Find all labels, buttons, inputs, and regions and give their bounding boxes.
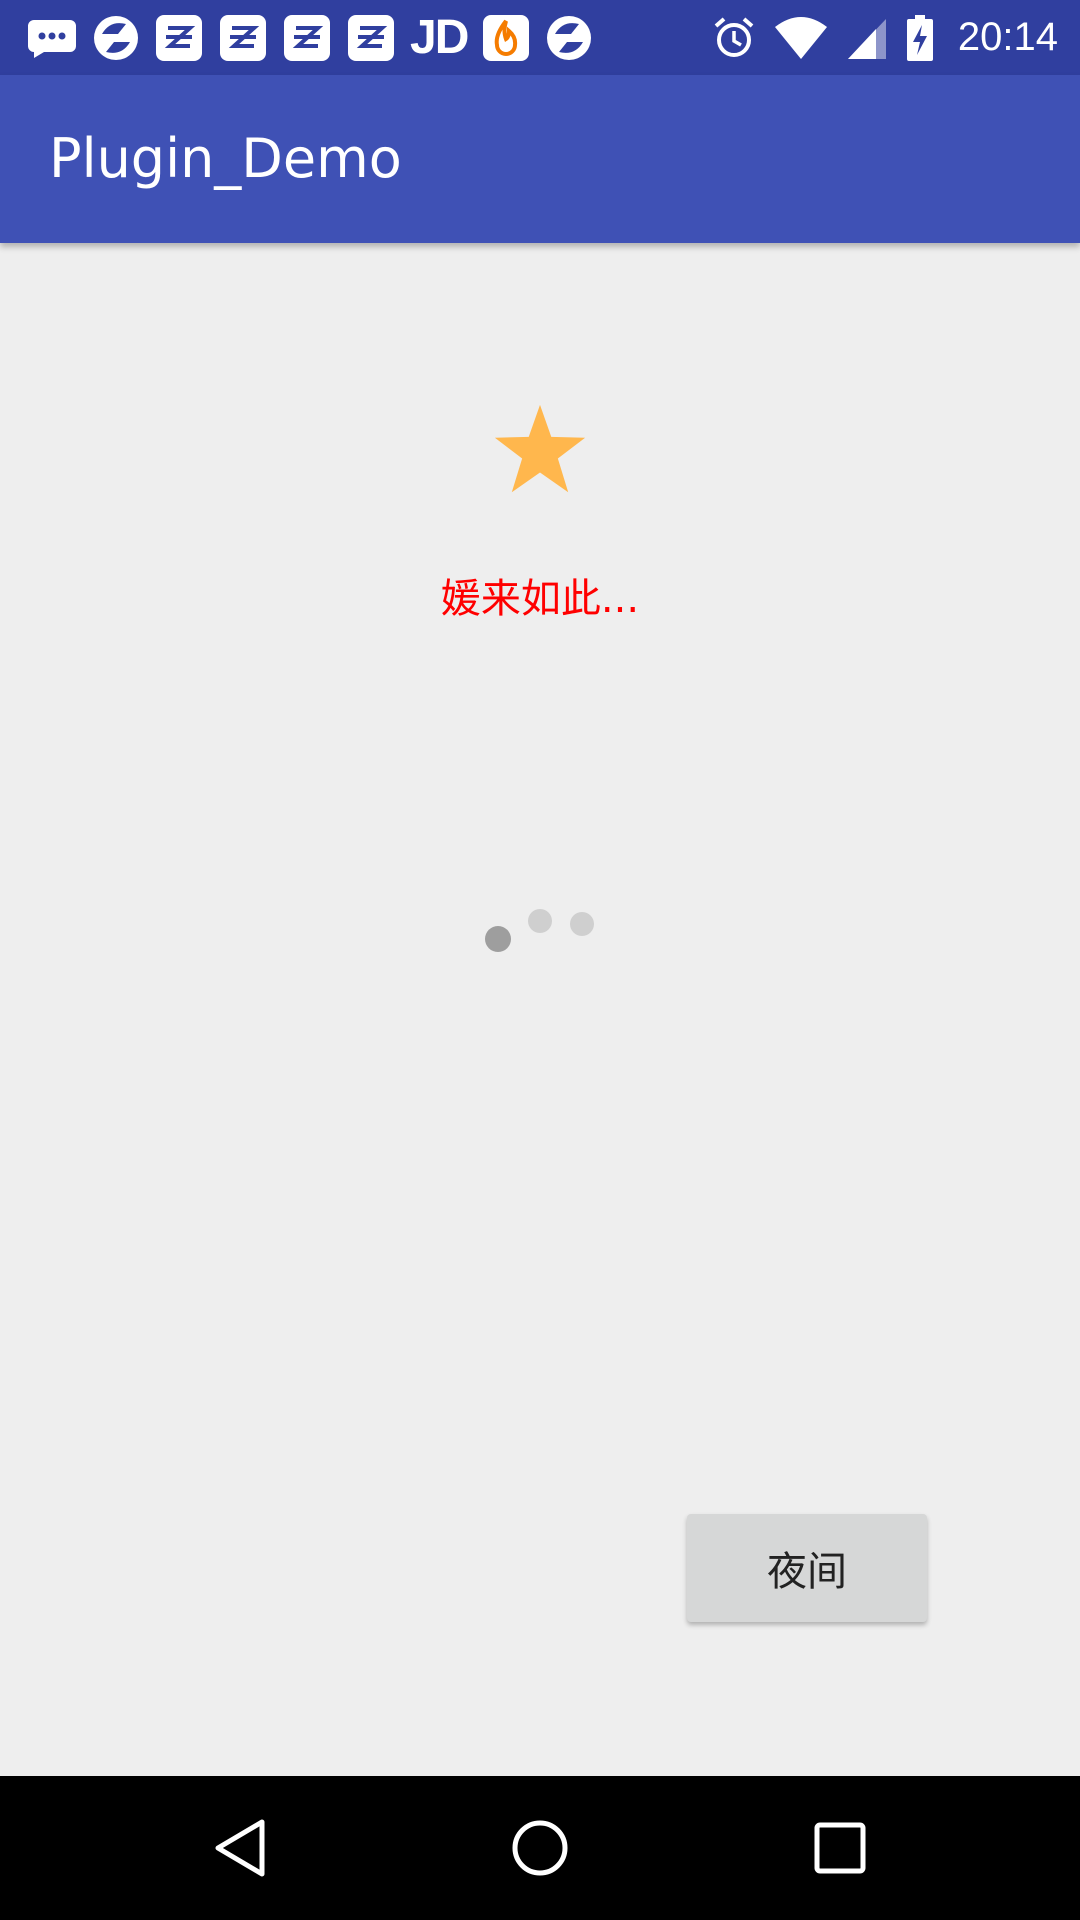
alarm-icon [714,16,754,57]
loading-dot [528,909,552,933]
clock-time: 20:14 [957,15,1058,59]
sync-app-icon [547,15,592,60]
jd-icon: JD [410,11,469,64]
status-bar: JD 20:14 [0,0,1080,75]
notification-icons: JD [26,0,593,75]
zhihu-icon [348,14,394,61]
battery-charging-icon [906,14,933,61]
zhihu-icon [284,14,330,61]
night-mode-button[interactable]: 夜间 [687,1514,927,1622]
home-icon [512,1820,568,1876]
home-button[interactable] [468,1776,612,1920]
fire-app-icon [483,14,530,61]
app-title: Plugin_Demo [49,127,402,190]
star-icon [494,404,586,493]
app-bar: Plugin_Demo [0,75,1080,243]
back-button[interactable] [168,1776,312,1920]
recents-button[interactable] [768,1776,912,1920]
loading-message: 媛来如此... [440,576,640,622]
loading-dot [570,912,594,936]
zhihu-icon [220,14,266,61]
zhihu-icon [156,14,202,61]
cell-signal-icon [847,18,886,59]
messages-icon [28,19,76,58]
navigation-bar [0,1776,1080,1920]
recents-icon [814,1822,866,1874]
wifi-icon [774,16,827,59]
sync-app-icon [94,15,138,60]
system-icons: 20:14 [712,0,1058,75]
back-icon [215,1819,265,1877]
loading-dot [485,926,511,952]
